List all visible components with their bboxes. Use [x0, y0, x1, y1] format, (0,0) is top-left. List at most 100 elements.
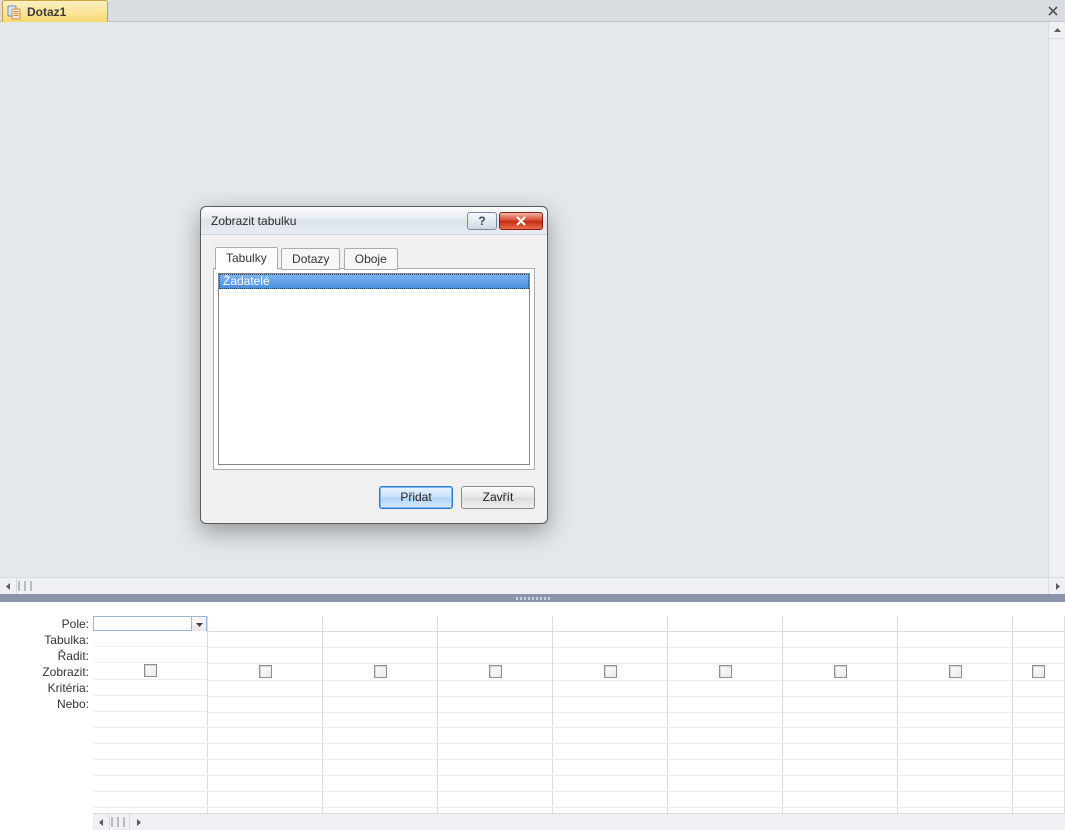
label-sort: Řadit: — [0, 648, 93, 664]
scrollbar-grip-icon — [111, 817, 125, 827]
show-checkbox[interactable] — [604, 665, 617, 678]
grid-cell[interactable] — [208, 697, 322, 713]
tab-queries[interactable]: Dotazy — [281, 248, 340, 270]
chevron-left-icon — [5, 583, 12, 590]
document-tab-label: Dotaz1 — [27, 5, 66, 19]
grid-cell[interactable] — [553, 648, 667, 664]
grid-cell[interactable] — [93, 647, 207, 663]
add-button[interactable]: Přidat — [379, 486, 453, 509]
grid-cell[interactable] — [898, 648, 1012, 664]
label-or: Nebo: — [0, 696, 93, 712]
tab-tables[interactable]: Tabulky — [215, 247, 278, 270]
show-checkbox[interactable] — [259, 665, 272, 678]
dialog-list-pane: Žadatelé — [213, 268, 535, 470]
show-checkbox[interactable] — [489, 665, 502, 678]
show-checkbox[interactable] — [834, 665, 847, 678]
grid-cell[interactable] — [1013, 697, 1064, 713]
dialog-titlebar[interactable]: Zobrazit tabulku ? — [201, 207, 547, 235]
grid-cell[interactable] — [783, 648, 897, 664]
scroll-left-button[interactable] — [0, 578, 17, 594]
grid-cell[interactable] — [668, 616, 782, 632]
grid-cell[interactable] — [208, 632, 322, 648]
show-checkbox[interactable] — [1032, 665, 1045, 678]
grid-cell[interactable] — [553, 681, 667, 697]
grid-cell[interactable] — [553, 632, 667, 648]
pane-splitter[interactable] — [0, 594, 1065, 602]
label-table: Tabulka: — [0, 632, 93, 648]
grid-cell[interactable] — [438, 697, 552, 713]
grid-cell[interactable] — [438, 648, 552, 664]
grid-cell[interactable] — [898, 697, 1012, 713]
grid-cell[interactable] — [668, 648, 782, 664]
grid-cell[interactable] — [553, 665, 667, 681]
grid-cell[interactable] — [208, 616, 322, 632]
dialog-title: Zobrazit tabulku — [211, 214, 296, 228]
show-checkbox[interactable] — [144, 664, 157, 677]
grid-cell[interactable] — [783, 681, 897, 697]
grid-cell[interactable] — [783, 665, 897, 681]
grid-cell[interactable] — [438, 665, 552, 681]
grid-cell[interactable] — [93, 616, 207, 631]
grid-cell[interactable] — [553, 616, 667, 632]
label-criteria: Kritéria: — [0, 680, 93, 696]
lower-horizontal-scrollbar[interactable] — [93, 813, 1065, 830]
grid-cell[interactable] — [898, 665, 1012, 681]
grid-cell[interactable] — [208, 681, 322, 697]
grid-cell[interactable] — [1013, 665, 1064, 681]
grid-cell[interactable] — [1013, 632, 1064, 648]
upper-horizontal-scrollbar[interactable] — [0, 577, 1065, 594]
scroll-right-button[interactable] — [1048, 578, 1065, 594]
grid-cell[interactable] — [553, 697, 667, 713]
grid-cell[interactable] — [323, 632, 437, 648]
grid-cell[interactable] — [1013, 648, 1064, 664]
grid-cell[interactable] — [898, 681, 1012, 697]
list-item[interactable]: Žadatelé — [219, 274, 529, 289]
grid-cell[interactable] — [93, 680, 207, 696]
grid-cell[interactable] — [323, 681, 437, 697]
grid-cell[interactable] — [323, 648, 437, 664]
document-tab-dotaz1[interactable]: Dotaz1 — [2, 0, 108, 22]
grid-cell[interactable] — [93, 664, 207, 680]
grid-cell[interactable] — [208, 648, 322, 664]
field-dropdown-button[interactable] — [191, 617, 206, 631]
document-close-button[interactable] — [1045, 3, 1061, 19]
scroll-left-button[interactable] — [93, 814, 110, 830]
dialog-close-button[interactable] — [499, 212, 543, 230]
grid-cell[interactable] — [783, 697, 897, 713]
grid-cell[interactable] — [438, 632, 552, 648]
chevron-right-icon — [1054, 583, 1061, 590]
grid-cell[interactable] — [898, 632, 1012, 648]
grid-cell[interactable] — [783, 616, 897, 632]
grid-cells[interactable] — [93, 616, 1065, 813]
grid-cell[interactable] — [323, 616, 437, 632]
grid-cell[interactable] — [93, 696, 207, 712]
tab-both[interactable]: Oboje — [344, 248, 398, 270]
grid-cell[interactable] — [668, 665, 782, 681]
scroll-right-button[interactable] — [129, 814, 146, 830]
grid-cell[interactable] — [1013, 681, 1064, 697]
show-checkbox[interactable] — [719, 665, 732, 678]
grid-cell[interactable] — [668, 697, 782, 713]
grid-row-labels: Pole: Tabulka: Řadit: Zobrazit: Kritéria… — [0, 616, 93, 813]
splitter-grip-icon — [516, 597, 550, 600]
grid-cell[interactable] — [1013, 616, 1064, 632]
grid-cell[interactable] — [208, 665, 322, 681]
show-checkbox[interactable] — [949, 665, 962, 678]
grid-cell[interactable] — [323, 665, 437, 681]
grid-cell[interactable] — [668, 632, 782, 648]
grid-cell[interactable] — [668, 681, 782, 697]
grid-cell[interactable] — [93, 631, 207, 647]
grid-cell[interactable] — [323, 697, 437, 713]
grid-cell[interactable] — [898, 616, 1012, 632]
tables-listbox[interactable]: Žadatelé — [218, 273, 530, 465]
scroll-up-button[interactable] — [1049, 22, 1065, 39]
chevron-up-icon — [1054, 27, 1061, 34]
close-button[interactable]: Zavřít — [461, 486, 535, 509]
dialog-help-button[interactable]: ? — [467, 212, 497, 230]
vertical-scrollbar[interactable] — [1048, 22, 1065, 577]
chevron-right-icon — [135, 819, 142, 826]
grid-cell[interactable] — [783, 632, 897, 648]
grid-cell[interactable] — [438, 616, 552, 632]
show-checkbox[interactable] — [374, 665, 387, 678]
grid-cell[interactable] — [438, 681, 552, 697]
